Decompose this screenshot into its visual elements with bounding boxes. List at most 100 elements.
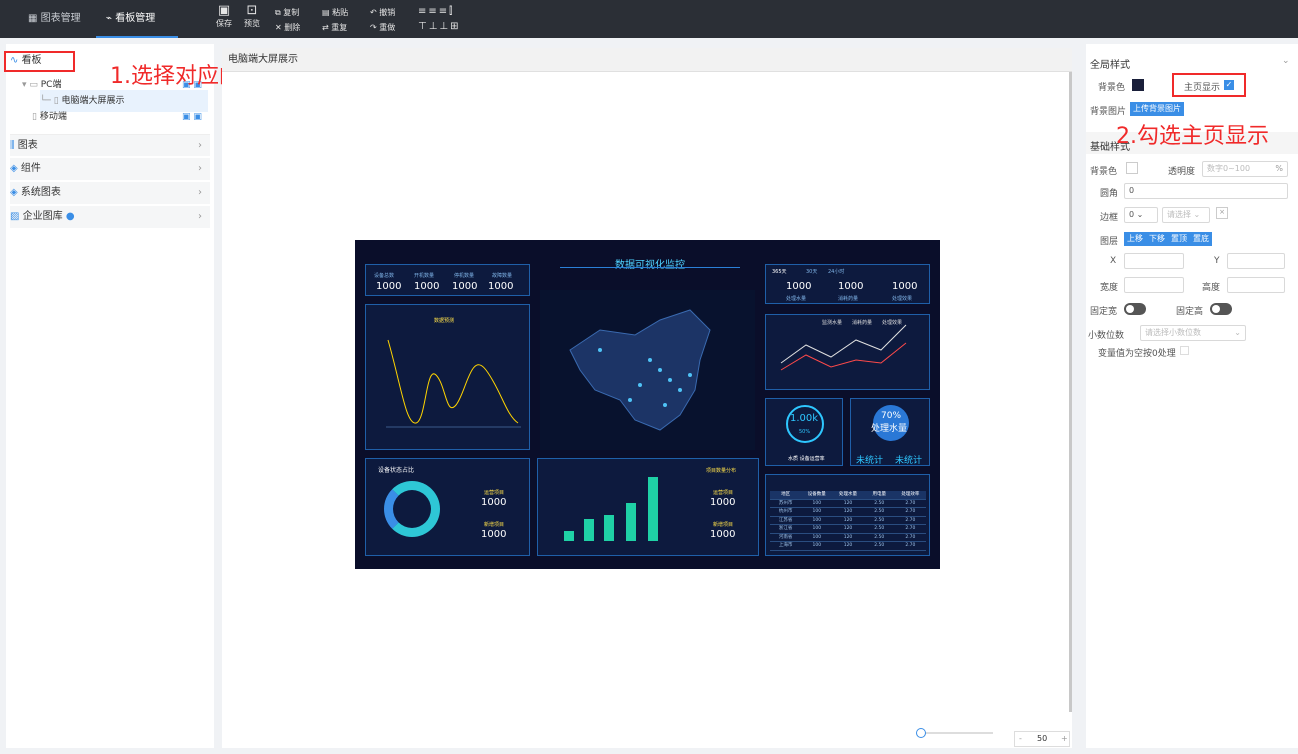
border-label: 边框 [1100,213,1119,223]
table-cell: 浙江省 [778,526,793,531]
table-cell: 2.70 [905,500,916,506]
radius-input[interactable]: 0 [1124,183,1288,199]
gauge-panel: 1.00k 50% 水质 设备运营率 [765,398,843,466]
undo-button[interactable]: ↶ 撤销 [370,7,395,18]
bar-panel: 项目数量分布 运营项目 1000 新增项目 1000 [537,458,759,556]
border-style-select[interactable]: 请选择 ⌄ [1162,207,1210,223]
y-label: Y [1214,256,1220,266]
table-cell: 100 [812,500,822,506]
border-width-select[interactable]: 0 ⌄ [1124,207,1158,223]
system-chart-icon: ◈ [10,187,21,198]
table-cell: 2.70 [905,517,916,523]
table-row: 上海市 100 120 2.50 2.70 [770,542,926,551]
layer-top-button[interactable]: 置顶 [1168,232,1190,246]
top-toolbar: ▦ 图表管理 ⌁ 看板管理 ▣ 保存 ⊡ 预览 ⧉ 复制 ✕ 删除 ▤ 粘贴 ⇄ 重… [0,0,1298,38]
tree-mobile[interactable]: ▯ 移动端 ▣ ▣ [32,106,232,128]
bg2-label: 背景色 [1090,167,1118,177]
highlight-box-homepage [1172,73,1246,97]
table-cell: 2.50 [874,517,885,523]
section-charts[interactable]: ⫼ 图表 › [10,134,210,156]
bgcolor-swatch[interactable] [1132,79,1144,91]
table-cell: 120 [843,509,853,514]
left-sidebar: ∿ 看板 ▾ ▭ PC端 ▣ ▣ └─ ▯ 电脑端大屏展示 ▯ 移动端 ▣ ▣ ⫼ … [6,44,214,748]
table-cell: 2.70 [905,543,916,548]
scrollbar[interactable] [1069,72,1072,712]
zoom-slider-handle[interactable] [916,728,926,738]
table-cell: 处理效率 [901,492,920,497]
stats-panel-left: 设备总数 1000 开机数量 1000 停机数量 1000 故障数量 1000 [365,264,530,296]
width-input[interactable] [1124,277,1184,293]
canvas-area: 电脑端大屏展示 -50 + 数据可视化监控 设备总数 1000 开机数量 1000 停… [222,48,1072,748]
table-cell: 处理水量 [839,492,857,497]
water-panel: 70% 处理水量 未统计 未统计 [850,398,930,466]
table-cell: 2.50 [874,526,885,531]
y-input[interactable] [1227,253,1285,269]
tab-dashboard-management[interactable]: ⌁ 看板管理 [96,0,178,38]
dashboard-preview[interactable]: 数据可视化监控 设备总数 1000 开机数量 1000 停机数量 1000 故障数量 1… [355,240,940,569]
grid-icon: ▦ [28,13,41,24]
fixed-width-label: 固定宽 [1090,307,1118,317]
table-header-row: 地区 设备数量 处理水量 用电量 处理效率 [770,491,926,500]
height-input[interactable] [1227,277,1285,293]
align-icons[interactable]: ≡≡≡⫿ [418,6,454,17]
opacity-input[interactable]: 数字0~100% [1202,161,1288,177]
title-frame [560,250,740,268]
multi-line-panel: 监测水量 消耗药量 处理效果 [765,314,930,390]
annotation-step2: 2.勾选主页显示 [1116,124,1269,149]
global-style-header[interactable]: 全局样式 [1090,56,1130,71]
fixed-width-toggle[interactable] [1124,303,1146,315]
radius-label: 圆角 [1100,189,1119,199]
delete-button[interactable]: ✕ 删除 [275,22,300,33]
redo-button[interactable]: ↷ 重做 [370,22,395,33]
section-system-charts[interactable]: ◈ 系统图表 › [10,182,210,204]
map-panel [540,290,755,450]
repeat-button[interactable]: ⇄ 重复 [322,22,347,33]
table-cell: 120 [843,543,853,548]
save-button[interactable]: ▣ 保存 [216,4,232,29]
component-icon: ◈ [10,163,21,174]
table-cell: 120 [843,517,853,523]
bg2-swatch[interactable] [1126,162,1138,174]
fixed-height-toggle[interactable] [1210,303,1232,315]
section-enterprise-gallery[interactable]: ▨ 企业图库 ● › [10,206,210,228]
layer-down-button[interactable]: 下移 [1146,232,1168,246]
table-row: 河南省 100 120 2.50 2.70 [770,534,926,542]
table-row: 浙江省 100 120 2.50 2.70 [770,525,926,534]
copy-button[interactable]: ⧉ 复制 [275,7,299,18]
paste-button[interactable]: ▤ 粘贴 [322,7,348,18]
bgimage-label: 背景图片 [1090,107,1127,117]
zoom-stepper[interactable]: -50 + [1014,731,1070,747]
layer-label: 图层 [1100,237,1119,247]
section-components[interactable]: ◈ 组件 › [10,158,210,180]
table-cell: 2.70 [905,534,916,540]
table-cell: 120 [843,534,853,540]
layer-up-button[interactable]: 上移 [1124,232,1146,246]
table-cell: 设备数量 [807,492,826,497]
x-input[interactable] [1124,253,1184,269]
fixed-height-label: 固定高 [1176,307,1204,317]
table-row: 杭州市 100 120 2.50 2.70 [770,508,926,517]
table-row: 江苏省 100 120 2.50 2.70 [770,517,926,525]
table-cell: 120 [843,526,853,531]
zoom-slider[interactable] [918,732,993,734]
bgcolor-label: 背景色 [1098,83,1126,93]
table-row: 苏州市 100 120 2.50 2.70 [770,500,926,508]
border-color-swatch[interactable]: × [1216,207,1228,219]
null-zero-checkbox[interactable] [1180,346,1189,355]
upload-bg-button[interactable]: 上传背景图片 [1130,102,1184,116]
preview-icon: ⊡ [246,3,258,18]
decimals-select[interactable]: 请选择小数位数 ⌄ [1140,325,1246,341]
decimals-label: 小数位数 [1088,331,1125,341]
chart-icon: ⫼ [10,140,18,151]
table-cell: 河南省 [778,534,793,540]
stats-panel-right: 365天 30天 24小时 1000 处理水量 1000 消耗药量 1000 处理效果 [765,264,930,304]
preview-button[interactable]: ⊡ 预览 [244,4,260,29]
chevron-down-icon[interactable]: ⌄ [1282,56,1290,66]
table-cell: 100 [812,543,822,548]
layer-bottom-button[interactable]: 置底 [1190,232,1212,246]
table-cell: 地区 [781,492,791,497]
null-zero-label: 变量值为空按0处理 [1098,349,1176,359]
table-cell: 用电量 [872,492,886,497]
valign-icons[interactable]: ⊤⊥⊥⊞ [418,21,461,32]
tab-chart-management[interactable]: ▦ 图表管理 [28,0,81,38]
